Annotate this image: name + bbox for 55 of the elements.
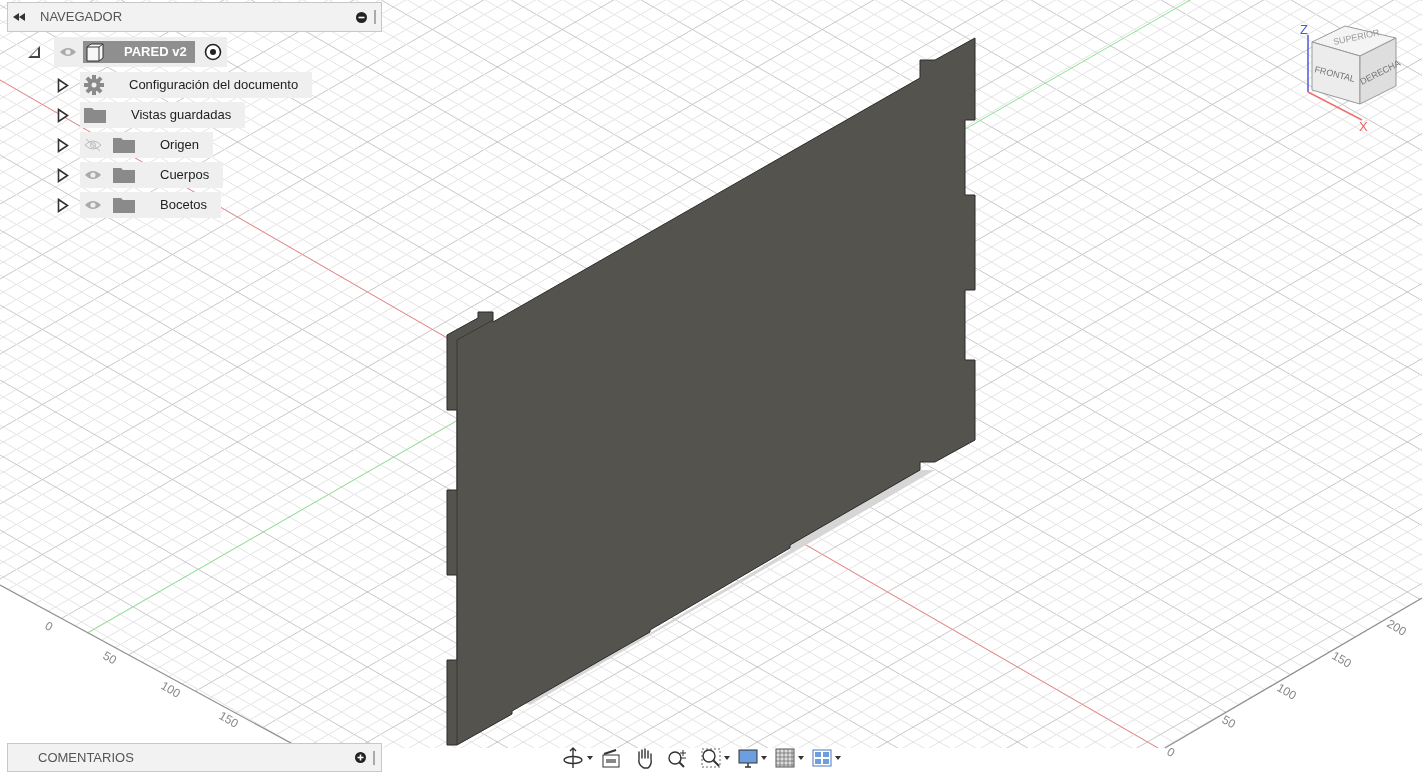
- tree-item-label[interactable]: Bocetos: [160, 195, 207, 215]
- grid-settings-tool[interactable]: [775, 748, 804, 768]
- axis-tick-label: 150: [216, 708, 241, 731]
- caret-icon: [761, 756, 767, 760]
- hand-pan-icon[interactable]: [635, 747, 655, 769]
- axis-tick-label: 200: [1384, 616, 1409, 639]
- minimize-icon[interactable]: [356, 11, 367, 23]
- tree-item-label[interactable]: Cuerpos: [160, 165, 210, 185]
- tree-item-label[interactable]: Configuración del documento: [129, 75, 299, 95]
- tree-item-label[interactable]: Vistas guardadas: [131, 105, 232, 125]
- settings-icon: [84, 75, 104, 95]
- component-box-icon: [85, 42, 105, 62]
- caret-icon: [835, 756, 841, 760]
- tree-item[interactable]: Bocetos: [80, 192, 221, 218]
- axis-tick-label: 100: [1274, 680, 1299, 703]
- tree-item[interactable]: Vistas guardadas: [80, 102, 246, 128]
- axis-tick-label: 150: [1329, 648, 1354, 671]
- display-settings-tool[interactable]: [738, 748, 767, 768]
- caret-icon: [587, 756, 593, 760]
- tree-item[interactable]: Cuerpos: [80, 162, 224, 188]
- orbit-tool[interactable]: [562, 747, 593, 769]
- axis-tick-label: 50: [100, 648, 120, 668]
- caret-icon: [798, 756, 804, 760]
- grid-icon: [775, 748, 795, 768]
- active-radio-icon[interactable]: [203, 43, 222, 61]
- axis-tick-label: 0: [42, 618, 56, 634]
- monitor-icon: [738, 748, 758, 768]
- folder-icon: [113, 197, 135, 213]
- panel-title: NAVEGADOR: [40, 8, 123, 27]
- zoom-window-icon: [701, 748, 721, 768]
- axis-tick-label: 0: [1164, 744, 1178, 760]
- expand-triangle-icon[interactable]: [57, 107, 69, 123]
- caret-icon: [724, 756, 730, 760]
- collapse-triangle-icon[interactable]: [27, 45, 41, 59]
- zoom-window-tool[interactable]: [701, 748, 730, 768]
- panel-title: COMENTARIOS: [38, 748, 134, 767]
- collapse-panel-icon[interactable]: [13, 13, 25, 21]
- zoom-icon[interactable]: [667, 748, 689, 768]
- expand-triangle-icon[interactable]: [57, 197, 69, 213]
- four-panes-icon: [812, 749, 832, 767]
- folder-icon: [113, 137, 135, 153]
- folder-icon: [113, 167, 135, 183]
- axis-tick-label: 100: [158, 678, 183, 701]
- expand-triangle-icon[interactable]: [57, 137, 69, 153]
- tree-item[interactable]: Configuración del documento: [80, 72, 313, 98]
- camera-slate-icon[interactable]: [601, 748, 621, 768]
- viewports-tool[interactable]: [812, 749, 841, 767]
- tree-item[interactable]: Origen: [80, 132, 214, 158]
- expand-triangle-icon[interactable]: [57, 167, 69, 183]
- folder-icon: [84, 107, 106, 123]
- add-icon[interactable]: [355, 752, 366, 763]
- tree-item-label[interactable]: Origen: [160, 135, 200, 155]
- expand-triangle-icon[interactable]: [57, 77, 69, 93]
- orbit-icon: [562, 747, 584, 769]
- axis-tick-label: 50: [1219, 712, 1239, 732]
